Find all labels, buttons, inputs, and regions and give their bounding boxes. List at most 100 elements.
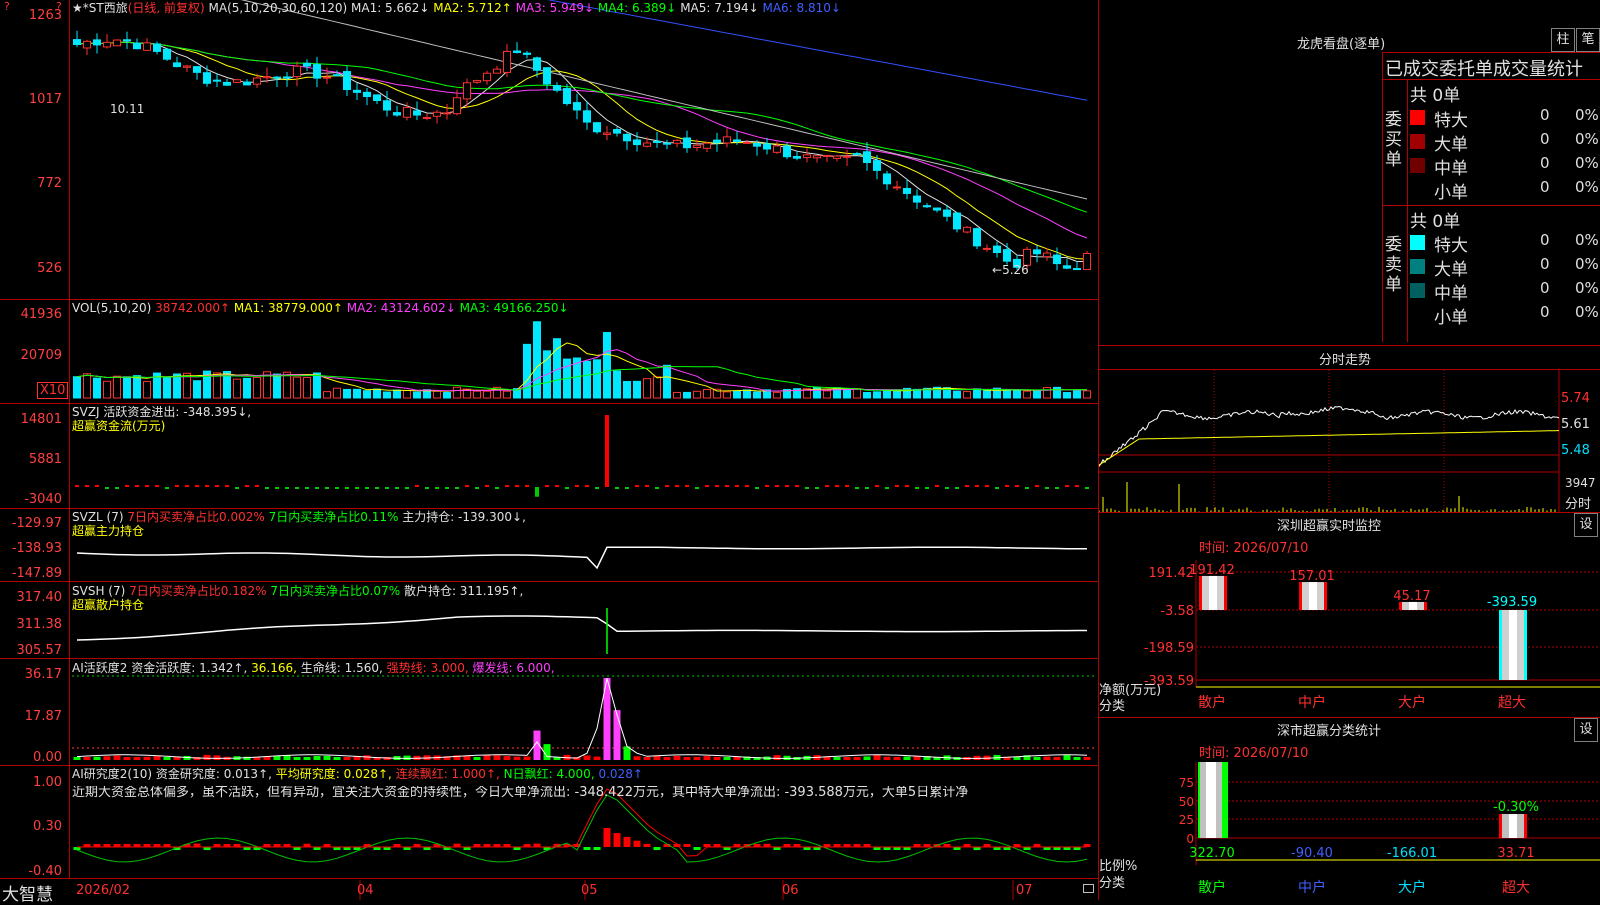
candle-body (753, 142, 761, 147)
fund-flow-bar (1055, 487, 1059, 489)
monitor-bar-value: 45.17 (1393, 589, 1430, 604)
volume-bar (1083, 390, 1091, 399)
research-bar (653, 847, 661, 850)
fund-flow-bar (975, 485, 979, 487)
candle-body (183, 65, 191, 68)
volume-bar (353, 388, 361, 399)
research-bar (583, 847, 591, 850)
activity-bar (893, 757, 901, 760)
question-icon[interactable]: ? (56, 0, 62, 13)
activity-bar (283, 755, 291, 760)
order-size-name: 中单 (1434, 284, 1468, 304)
svzl-header: SVZL (7) 7日内买卖净占比0.002% 7日内买卖净占比0.11% 主力… (72, 510, 526, 524)
candle-body (93, 39, 101, 46)
candle-body (873, 160, 881, 171)
activity-bar (583, 755, 591, 760)
close-icon[interactable]: ? (4, 0, 10, 13)
candle-body (253, 77, 261, 85)
candle-body (533, 57, 541, 71)
fund-flow-bar (255, 485, 259, 487)
color-swatch (1410, 283, 1425, 298)
vol-ma3: MA3: 49166.250↓ (459, 301, 569, 315)
monitor-bar (1299, 582, 1327, 610)
candle-body (803, 154, 811, 159)
vol-tick: 3947 (1565, 476, 1596, 490)
monitor-category: 中户 (1298, 694, 1326, 711)
vol-ma1: MA1: 38779.000↑ (233, 301, 343, 315)
volume-bar (473, 390, 481, 399)
lock-icon[interactable] (1083, 884, 1094, 893)
fund-flow-bar (955, 487, 959, 489)
y-tick: -147.89 (11, 566, 62, 581)
volume-bar (593, 359, 601, 399)
candle-body (593, 122, 601, 133)
class-y-tick: 50 (1179, 795, 1194, 809)
fund-flow-bar (275, 487, 279, 489)
activity-bar (643, 757, 651, 760)
y-tick: 0.30 (33, 819, 62, 834)
fund-flow-bar (155, 485, 159, 487)
volume-bar (613, 370, 621, 399)
fund-flow-bar (465, 485, 469, 487)
tick-view-button[interactable]: 笔 (1576, 28, 1600, 52)
fund-flow-bar (625, 487, 629, 489)
activity-bar (883, 756, 891, 760)
order-count: 0 (1540, 178, 1550, 196)
y-tick: 317.40 (16, 590, 63, 605)
y-tick: 1.00 (33, 775, 62, 790)
activity-bar (1083, 757, 1091, 760)
candle-body (173, 62, 181, 68)
activity-bar (843, 757, 851, 760)
volume-bar (693, 390, 701, 399)
candle-body (393, 112, 401, 116)
class-bar-highlight (1206, 762, 1216, 838)
candle-body (763, 143, 771, 150)
fund-flow-bar (665, 485, 669, 487)
ma60-line (240, 0, 1088, 200)
x-tick: 04 (357, 883, 374, 898)
candle-body (343, 71, 351, 91)
fund-flow-bar (305, 487, 309, 489)
y-tick: 311.38 (16, 617, 63, 632)
candle-body (153, 43, 161, 52)
candle-body (123, 39, 131, 42)
candle-body (373, 94, 381, 102)
class-category: 超大 (1502, 880, 1530, 896)
fund-flow-bar (425, 487, 429, 489)
candle-body (993, 245, 1001, 254)
fund-flow-bar (735, 485, 739, 487)
activity-bar (1043, 756, 1051, 760)
intraday-panel[interactable]: 分时走势 5.74 5.61 5.48 3947 分时 (1099, 345, 1600, 512)
y-tick: 17.87 (24, 709, 62, 724)
fund-flow-bar (655, 487, 659, 489)
activity-bar (713, 757, 721, 760)
volume-bar (663, 364, 671, 399)
svzj-subtitle: 超赢资金流(万元) (72, 419, 166, 433)
buy-orders-label: 委买单 (1385, 110, 1402, 170)
candle-body (1053, 254, 1061, 265)
ma5-value: MA5: 7.194↓ (680, 1, 759, 15)
fund-flow-bar (575, 485, 579, 487)
monitor-y-tick: -3.58 (1160, 604, 1194, 619)
order-size-row: 小单 0 0% (1410, 178, 1600, 203)
panel-divider (1382, 79, 1600, 80)
fund-flow-bar (295, 487, 299, 489)
volume-bar (843, 388, 851, 399)
vol-value: 38742.000↑ (155, 301, 231, 315)
volume-bar (623, 381, 631, 399)
chart-mode[interactable]: (日线, 前复权) (128, 1, 205, 15)
svsh-header: SVSH (7) 7日内买卖净占比0.182% 7日内买卖净占比0.07% 散户… (72, 584, 524, 598)
main-chart-area[interactable]: ★*ST西旅(日线, 前复权) MA(5,10,20,30,60,120) MA… (0, 0, 1099, 905)
sell-total: 共 0单 (1410, 212, 1461, 232)
class-bar (1499, 814, 1527, 838)
class-y-tick: 25 (1179, 813, 1194, 827)
volume-bar (753, 391, 761, 399)
fund-flow-bar (1065, 485, 1069, 487)
monitor-category: 超大 (1498, 695, 1526, 711)
bar-view-button[interactable]: 柱 (1551, 28, 1575, 52)
fund-flow-bar (175, 485, 179, 487)
order-size-row: 特大 0 0% (1410, 106, 1600, 131)
vol-unit-label: X10 (37, 382, 69, 399)
volume-bar (363, 390, 371, 399)
intraday-title: 分时走势 (1319, 353, 1372, 368)
